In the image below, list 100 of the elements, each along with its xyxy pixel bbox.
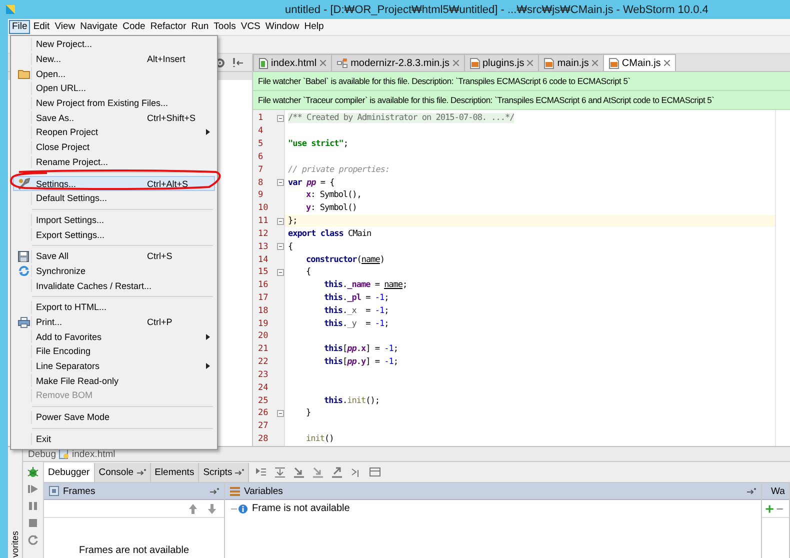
close-icon[interactable] [320,60,326,66]
line-number: 13 [258,242,268,252]
execution-point-icon[interactable] [255,466,268,478]
pin-icon[interactable] [747,488,756,494]
sync-icon [18,264,30,277]
pin-icon[interactable] [136,469,146,475]
resume-icon[interactable] [27,483,39,495]
pin-icon[interactable] [210,488,219,494]
frames-icon [49,486,59,496]
line-number: 19 [258,318,268,329]
code-line: this._x = -1; [324,306,389,316]
line-number: 4 [258,126,264,136]
line-number: 1 [258,113,264,124]
editor-tab[interactable]: index.html [253,54,332,71]
code-line: x: Symbol(), [306,190,362,200]
debug-tab[interactable]: Elements [150,462,200,482]
menu-bar-item[interactable]: VCS [238,20,262,34]
editor-tab[interactable]: CMain.js [602,54,676,71]
editor-tab[interactable]: main.js [538,54,604,71]
line-number: 14 [258,254,268,265]
js-file-icon [470,58,480,68]
window-title: untitled - [D:₩OR_Project₩html5₩untitled] - ...₩src₩js₩CMain.js - WebStorm 10.0.4 [285,4,708,16]
favorites-tab[interactable]: vorites [10,531,20,558]
menu-bar-item[interactable]: Refactor [148,20,188,34]
step-out-icon[interactable] [331,466,344,478]
code-line: this._pl = -1; [324,293,389,303]
close-icon[interactable] [527,60,534,66]
menu-bar-item[interactable]: Tools [212,20,238,34]
code-line: "use strict"; [288,139,348,150]
code-line: } [306,408,311,418]
line-number: 9 [258,190,264,200]
file-watcher-banner: File watcher `Babel` is available for this file. Description: `Transpiles ECMAScript 6 code to ECMAScript 5` [253,72,790,91]
code-line: this.init(); [324,396,380,406]
arrow-down-icon[interactable] [206,502,218,514]
code-line: var pp = { [288,178,334,188]
status-message: Frame is not available [252,503,350,514]
debug-tab[interactable]: Console [94,462,151,482]
code-line: this[pp.x] = -1; [324,344,398,354]
menu-bar-item[interactable]: Help [302,20,326,34]
step-into-icon[interactable] [312,466,324,478]
line-number: 28 [258,434,268,444]
collapse-icon[interactable] [232,56,244,68]
submenu-arrow-icon [206,129,210,136]
code-line: }; [288,216,298,226]
close-icon[interactable] [452,60,458,66]
arrow-up-icon[interactable] [187,502,199,514]
menu-bar-item[interactable]: File [9,20,30,34]
debug-tab[interactable]: Debugger [44,462,95,482]
fold-marker-icon [277,268,284,276]
save-icon [18,250,29,262]
menu-bar-item[interactable]: Run [189,20,211,34]
fold-marker-icon [277,218,284,225]
configuration-name[interactable]: index.html [72,448,116,460]
panel-icon[interactable] [369,466,382,478]
code-line: { [306,267,311,278]
line-number: 18 [258,306,268,316]
add-icon[interactable] [765,502,774,514]
close-icon[interactable] [592,60,598,66]
empty-message: Frames are not available [78,545,190,556]
line-number: 5 [258,139,264,150]
fold-marker-icon [277,410,284,417]
line-number: 12 [258,228,268,239]
code-line: this._y = -1; [324,318,389,329]
menu-bar-item[interactable]: Window [263,20,302,34]
line-number: 17 [258,293,268,303]
line-number: 8 [258,178,264,188]
line-number: 15 [258,267,268,278]
step-over-icon[interactable] [274,466,286,478]
line-number: 27 [258,421,268,432]
submenu-arrow-icon [206,334,210,340]
line-number: 21 [258,344,268,354]
line-number: 7 [258,164,264,175]
html-file-icon [259,58,268,68]
code-line: init() [306,434,334,444]
pin-icon[interactable] [235,469,244,475]
info-icon [231,504,249,514]
menu-bar-item[interactable]: Navigate [78,20,120,34]
editor-tab[interactable]: plugins.js [464,54,540,71]
close-icon[interactable] [664,60,670,66]
menu-bar-item[interactable]: View [52,20,78,34]
bug-icon[interactable] [27,466,39,478]
fold-marker-icon [277,243,284,250]
fold-marker-icon [277,114,284,122]
line-number: 10 [258,203,268,214]
code-line: this._name = name; [324,280,408,290]
line-number: 20 [258,331,268,342]
line-number: 23 [258,370,268,380]
pause-icon[interactable] [27,500,39,512]
menu-bar-item[interactable]: Code [120,20,148,34]
rerun-icon[interactable] [27,534,39,546]
file-watcher-banner: File watcher `Traceur compiler` is available for this file. Description: `Transpiles ECMAScript 6 and AtScript code to ECMAScript 5` [253,91,790,110]
code-line: { [288,242,293,252]
step-into-icon[interactable] [293,466,306,478]
line-number: 26 [258,408,268,418]
code-line: this[pp.y] = -1; [324,357,398,368]
editor-tab[interactable]: modernizr-2.8.3.min.js [330,54,464,71]
menu-bar-item[interactable]: Edit [31,20,52,34]
stop-icon[interactable] [27,517,39,529]
printer-icon [18,316,30,328]
debug-tab[interactable]: Scripts [199,462,250,482]
